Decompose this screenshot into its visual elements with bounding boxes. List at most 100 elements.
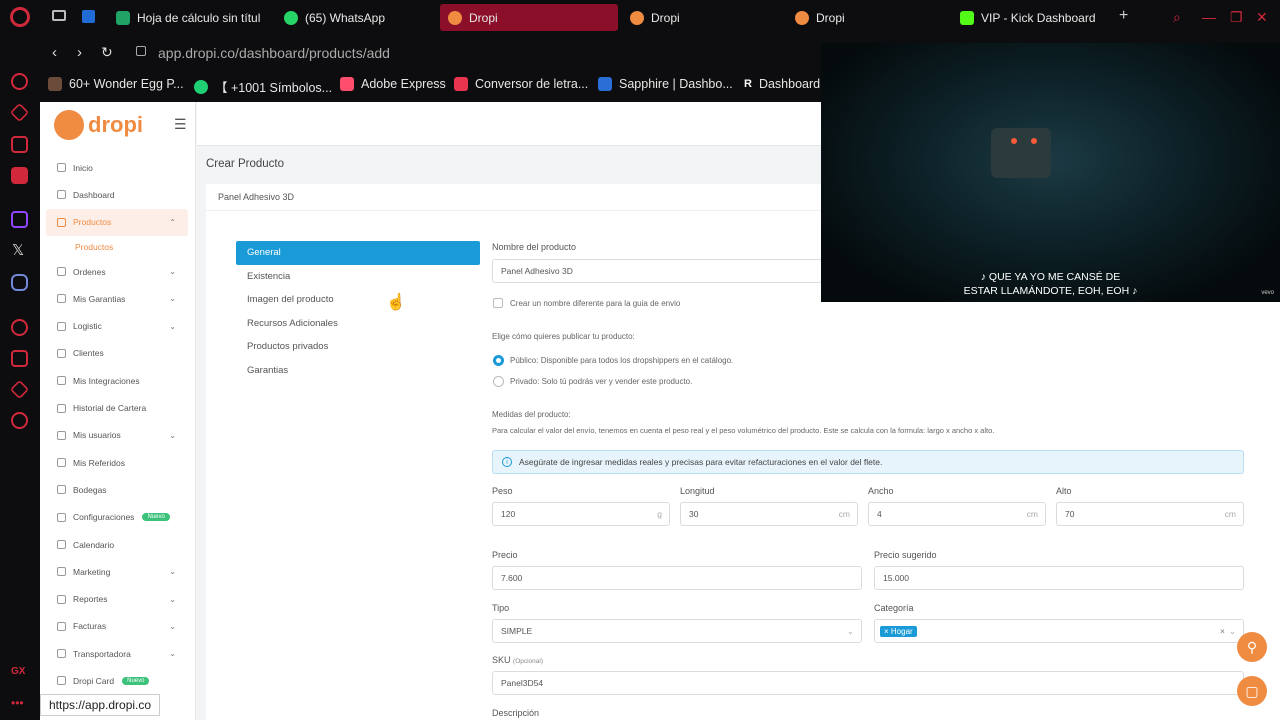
settings-gear-icon[interactable] [11,412,28,429]
dropi-logo[interactable]: dropi [54,110,143,140]
pip-video[interactable]: ♪ QUE YA YO ME CANSÉ DE ESTAR LLAMÁNDOTE… [821,43,1280,302]
sidebar-item[interactable]: Ordenes ⌄ [46,258,188,285]
sku-label: SKU (Opcional) [492,655,544,665]
back-icon[interactable]: ‹ [52,44,57,61]
opera-logo-icon[interactable] [10,7,30,27]
sidebar-item[interactable]: Configuraciones Nuevo [46,504,188,531]
sidebar-item[interactable]: Logistic ⌄ [46,312,188,339]
product-tab[interactable]: Imagen del producto [236,288,480,312]
sidebar-item[interactable]: Bodegas [46,476,188,503]
sidebar-item-label: Dropi Card [73,675,115,686]
menu-item-icon [57,163,66,173]
sidebar-item[interactable]: Dashboard [46,181,188,208]
app-sidebar: dropi ☰ Inicio Dashboard Productos ⌃ Product… [40,102,196,720]
measures-desc: Para calcular el valor del envío, tenemo… [492,426,995,435]
public-radio[interactable] [493,355,504,366]
gx-icon[interactable]: GX [11,666,25,677]
bookmark-item[interactable]: Sapphire | Dashbo... [598,77,733,91]
longitud-input[interactable]: 30 cm [680,502,858,526]
peso-input[interactable]: 120 g [492,502,670,526]
diff-name-checkbox[interactable] [493,298,503,308]
chevron-up-icon: ⌃ [169,217,176,227]
twitch-icon[interactable] [11,211,28,228]
bookmark-item[interactable]: Adobe Express [340,77,446,91]
private-radio[interactable] [493,376,504,387]
new-tab-icon[interactable]: + [1119,7,1128,25]
product-tab[interactable]: Garantias [236,359,480,383]
categoria-select[interactable]: × Hogar × ⌄ [874,619,1244,643]
chevron-down-icon: ⌄ [169,621,176,631]
sidebar-item[interactable]: Historial de Cartera [46,394,188,421]
tab-sheets[interactable]: Hoja de cálculo sin títul [108,4,266,31]
tipo-select[interactable]: SIMPLE ⌄ [492,619,862,643]
forward-icon[interactable]: › [77,44,82,61]
sidebar-item[interactable]: Reportes ⌄ [46,585,188,612]
discord-icon[interactable] [11,274,28,291]
instagram-icon[interactable] [11,136,28,153]
minimize-icon[interactable]: — [1202,9,1216,25]
tab-dropi-active[interactable]: Dropi [440,4,618,31]
hand-cursor-icon: ☝ [386,294,406,311]
search-tabs-icon[interactable]: ⌕ [1173,9,1181,26]
sidebar-item[interactable]: Productos ⌃ [46,208,188,236]
x-twitter-icon[interactable]: 𝕏 [12,241,24,259]
diamond-icon[interactable] [9,102,30,123]
sidebar-item[interactable]: Calendario [46,531,188,558]
sku-input[interactable]: Panel3D54 [492,671,1244,695]
sidebar-item[interactable]: Mis usuarios ⌄ [46,422,188,449]
alto-input[interactable]: 70 cm [1056,502,1244,526]
bookmark-item[interactable]: 60+ Wonder Egg P... [48,77,184,91]
sidebar-item[interactable]: Transportadora ⌄ [46,640,188,667]
clear-icon[interactable]: × [1220,626,1225,636]
menu-item-icon [57,403,66,413]
product-tab[interactable]: Recursos Adicionales [236,312,480,336]
sidebar-item[interactable]: Mis Referidos [46,449,188,476]
sidebar-item[interactable]: Mis Garantias ⌄ [46,285,188,312]
product-name-input[interactable]: Panel Adhesivo 3D [492,259,822,283]
precio-sugerido-input[interactable]: 15.000 [874,566,1244,590]
reload-icon[interactable]: ↻ [101,44,113,61]
tablet-icon[interactable] [11,350,28,367]
tab-whatsapp[interactable]: (65) WhatsApp [276,4,426,31]
player-icon[interactable] [11,319,28,336]
ancho-input[interactable]: 4 cm [868,502,1046,526]
product-tab[interactable]: Existencia [236,265,480,289]
close-window-icon[interactable]: ✕ [1256,9,1268,26]
sidebar-item[interactable]: Mis Integraciones [46,367,188,394]
peso-label: Peso [492,486,513,496]
sidebar-item-label: Dashboard [73,189,115,200]
chat-fab-icon[interactable]: ▢ [1237,676,1267,706]
url-input[interactable]: app.dropi.co/dashboard/products/add [158,45,390,61]
bookmark-item[interactable]: Conversor de letra... [454,77,588,91]
sidebar-item[interactable]: Dropi Card Nuevo [46,667,188,694]
categoria-tag[interactable]: × Hogar [880,625,917,637]
product-tab[interactable]: Productos privados [236,335,480,359]
tab-dropi-2[interactable]: Dropi [622,4,772,31]
trello-icon[interactable] [82,10,95,23]
tab-dropi-3[interactable]: Dropi [787,4,937,31]
restore-icon[interactable]: ❐ [1230,9,1243,26]
aria-icon[interactable] [11,73,28,90]
subtitle-line-2: ESTAR LLAMÁNDOTE, EOH, EOH ♪ [963,285,1138,297]
stack-icon[interactable] [11,167,28,184]
bookmark-item[interactable]: 【 +1001 Símbolos... [194,77,332,96]
submenu-item-productos[interactable]: Productos [46,236,188,258]
send-icon[interactable] [9,379,30,400]
tab-kick[interactable]: VIP - Kick Dashboard [952,4,1112,31]
sidebar-item[interactable]: Marketing ⌄ [46,558,188,585]
sidebar-item[interactable]: Clientes [46,340,188,367]
product-tab[interactable]: General [236,241,480,265]
more-icon[interactable]: ••• [11,696,24,710]
dropi-logo-icon [54,110,84,140]
remove-tag-icon[interactable]: × [884,627,889,636]
hamburger-menu-icon[interactable]: ☰ [174,116,187,133]
chevron-down-icon: ⌄ [169,267,176,277]
sidebar-item[interactable]: Facturas ⌄ [46,613,188,640]
bookmark-item[interactable]: R Dashboard [744,77,820,91]
precio-input[interactable]: 7.600 [492,566,862,590]
gamepad-icon[interactable] [52,10,66,21]
page-title: Crear Producto [206,158,284,170]
site-info-icon[interactable] [136,46,146,56]
support-fab-icon[interactable]: ⚲ [1237,632,1267,662]
sidebar-item[interactable]: Inicio [46,154,188,181]
